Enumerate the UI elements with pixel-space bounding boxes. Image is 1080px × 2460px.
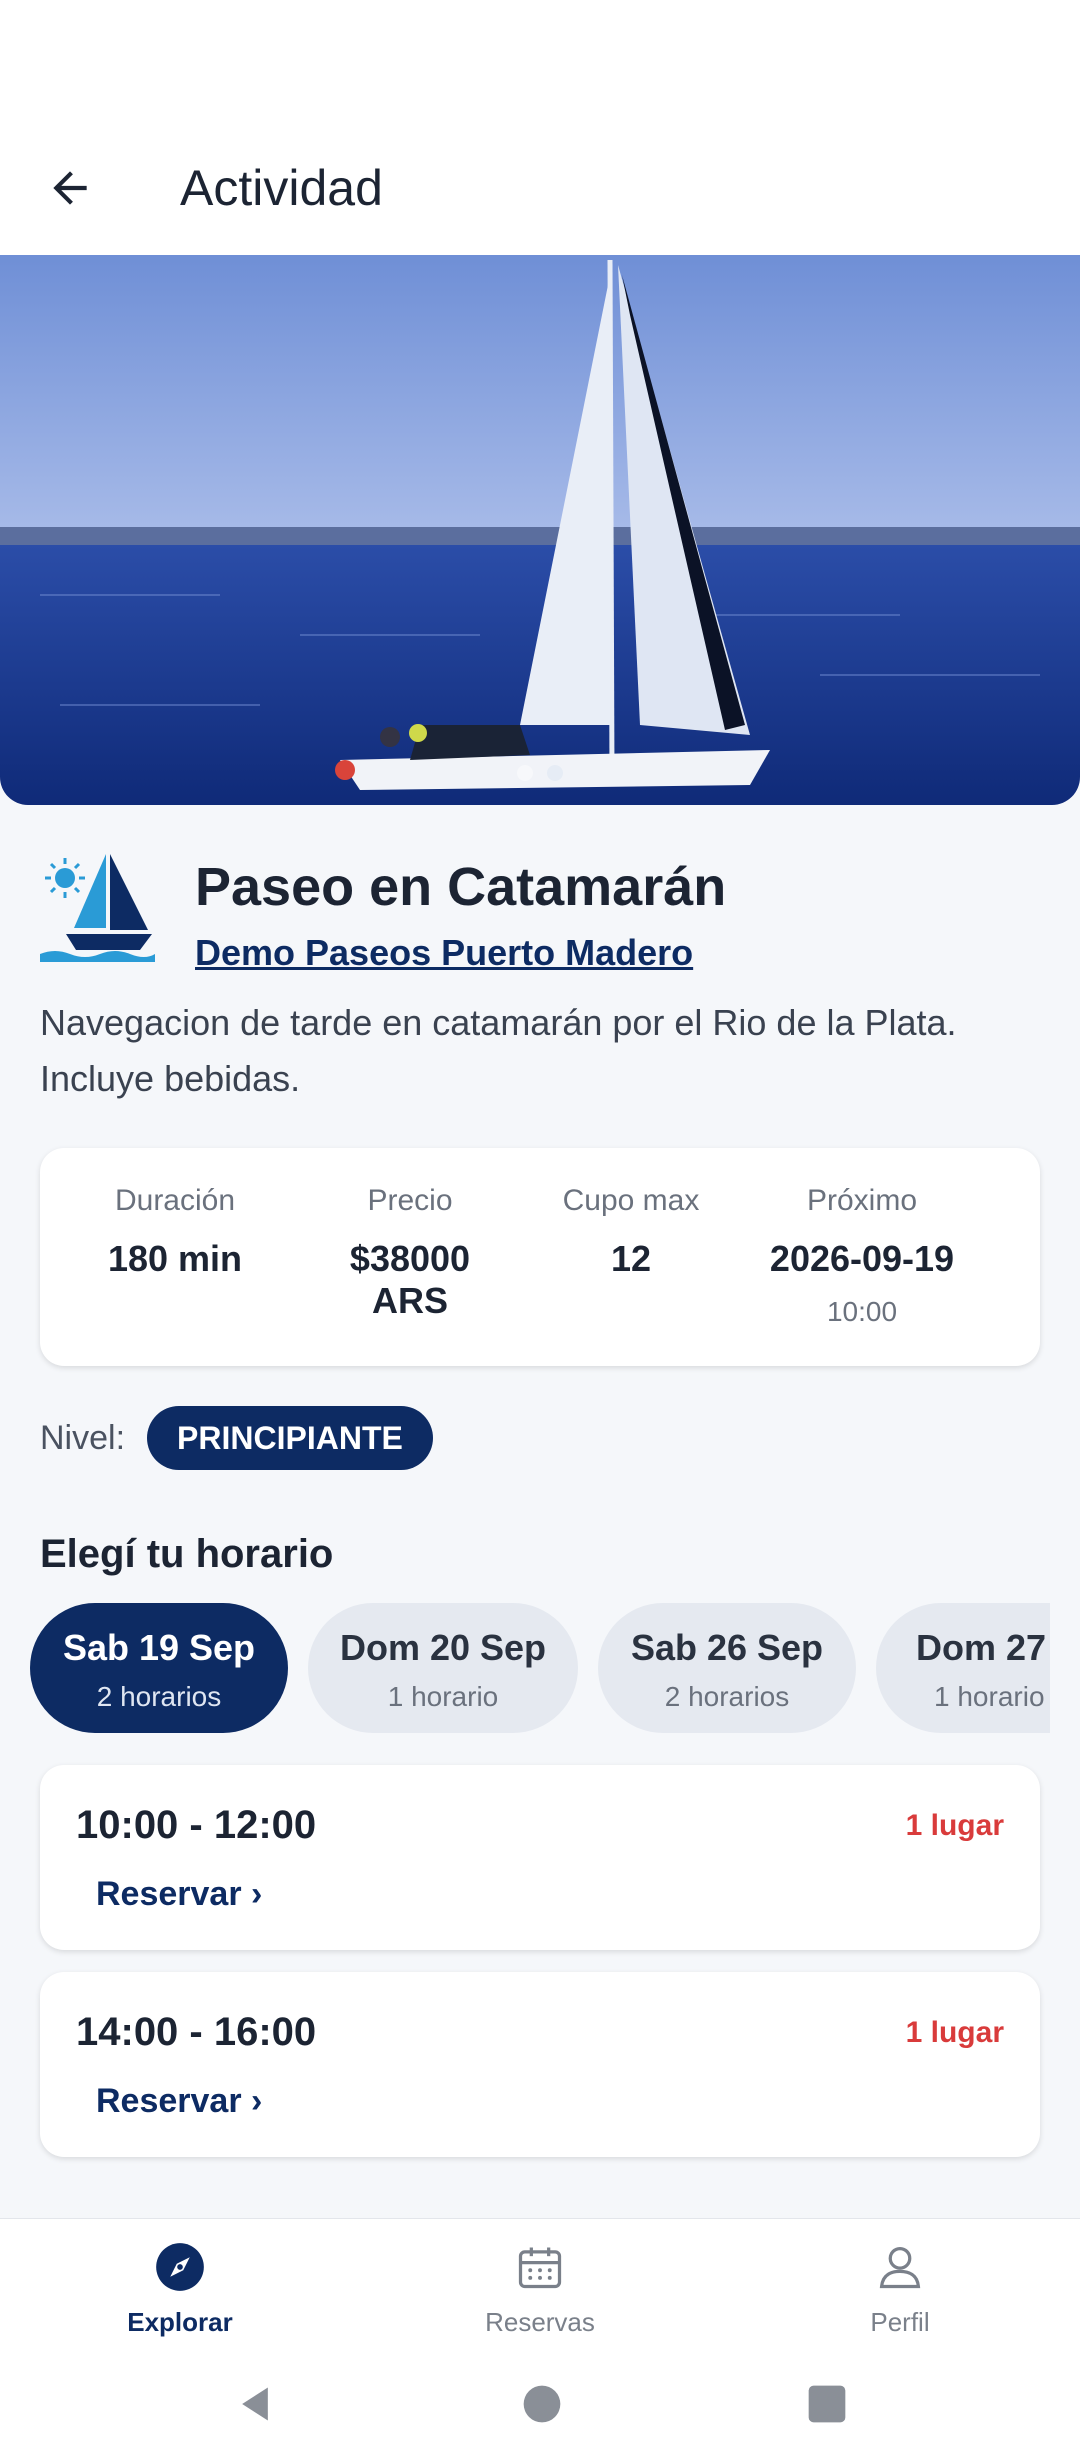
- stat-label: Próximo: [806, 1184, 918, 1217]
- arrow-left-icon: [53, 170, 87, 205]
- nav-label: Explorar: [127, 2307, 233, 2337]
- level-badge: PRINCIPIANTE: [147, 1406, 433, 1470]
- stat-duration: Duración 180 min: [40, 1184, 310, 1366]
- sailboat-logo-icon: [40, 854, 155, 962]
- date-chip-count: 2 horarios: [96, 1681, 222, 1712]
- organizer-link[interactable]: Demo Paseos Puerto Madero: [195, 932, 726, 974]
- date-chip[interactable]: Dom 27 Sep 1 horario: [876, 1603, 1050, 1733]
- nav-label: Reservas: [485, 2307, 595, 2337]
- date-chip-row[interactable]: Sab 19 Sep 2 horarios Dom 20 Sep 1 horar…: [30, 1603, 1050, 1733]
- date-chip[interactable]: Sab 26 Sep 2 horarios: [598, 1603, 856, 1733]
- page-title: Actividad: [180, 159, 383, 216]
- reserve-button[interactable]: Reservar ›: [96, 2082, 262, 2121]
- date-chip-count: 2 horarios: [664, 1681, 790, 1712]
- slot-time: 10:00 - 12:00: [76, 1803, 317, 1847]
- bottom-nav: Explorar Reservas Perfil: [0, 2218, 1080, 2348]
- app-bar: Actividad: [0, 120, 1080, 255]
- stat-sub: 10:00: [826, 1296, 898, 1327]
- carousel-dot-active: [547, 765, 563, 781]
- stat-value: 180 min: [107, 1238, 243, 1279]
- stat-label: Duración: [114, 1184, 236, 1217]
- back-triangle-icon[interactable]: [233, 2382, 277, 2426]
- stat-capacity: Cupo max 12: [510, 1184, 752, 1366]
- calendar-icon: [518, 2247, 562, 2289]
- slot-availability: 1 lugar: [905, 1809, 1004, 1842]
- carousel-dot: [517, 765, 533, 781]
- date-chip-count: 1 horario: [934, 1681, 1045, 1712]
- slot-availability: 1 lugar: [905, 2016, 1004, 2049]
- person-icon: [879, 2246, 921, 2289]
- nav-item-bookings[interactable]: Reservas: [360, 2219, 720, 2348]
- time-slot-card[interactable]: 14:00 - 16:00 1 lugar Reservar ›: [40, 1972, 1040, 2157]
- stat-price: Precio $38000 ARS: [310, 1184, 510, 1366]
- nav-label: Perfil: [870, 2307, 930, 2337]
- date-chip-count: 1 horario: [387, 1681, 499, 1712]
- back-button[interactable]: [20, 138, 120, 238]
- stat-value: 12: [610, 1238, 652, 1279]
- stat-value: $38000 ARS: [349, 1238, 471, 1321]
- stat-label: Precio: [367, 1184, 453, 1217]
- reserve-button[interactable]: Reservar ›: [96, 1875, 262, 1914]
- sailboat-photo: [0, 255, 1080, 805]
- nav-item-explore[interactable]: Explorar: [0, 2219, 360, 2348]
- date-chip-day: Dom 27 Sep: [916, 1627, 1050, 1668]
- activity-description: Navegacion de tarde en catamarán por el …: [40, 1002, 957, 1099]
- date-chip-day: Sab 26 Sep: [630, 1627, 824, 1668]
- stat-value: 2026-09-19: [769, 1238, 955, 1279]
- carousel-dots: [0, 765, 1080, 781]
- time-slot-card[interactable]: 10:00 - 12:00 1 lugar Reservar ›: [40, 1765, 1040, 1950]
- stats-card: Duración 180 min Precio $38000 ARS Cupo …: [40, 1148, 1040, 1366]
- level-label: Nivel:: [40, 1418, 126, 1457]
- hero-image-carousel[interactable]: [0, 255, 1080, 805]
- date-chip-day: Sab 19 Sep: [62, 1627, 256, 1668]
- status-bar: [0, 0, 1080, 120]
- system-nav-bar: [0, 2348, 1080, 2460]
- compass-icon: [156, 2243, 204, 2291]
- stat-next: Próximo 2026-09-19 10:00: [752, 1184, 972, 1366]
- slot-time: 14:00 - 16:00: [76, 2010, 317, 2054]
- level-row: Nivel: PRINCIPIANTE: [40, 1405, 433, 1471]
- activity-header: Paseo en Catamarán Demo Paseos Puerto Ma…: [40, 850, 1040, 980]
- activity-title: Paseo en Catamarán: [195, 857, 727, 917]
- stat-label: Cupo max: [562, 1184, 700, 1217]
- recents-square-icon[interactable]: [807, 2384, 847, 2424]
- home-circle-icon[interactable]: [522, 2384, 562, 2424]
- date-chip-selected[interactable]: Sab 19 Sep 2 horarios: [30, 1603, 288, 1733]
- date-chip-day: Dom 20 Sep: [339, 1627, 547, 1668]
- date-chip[interactable]: Dom 20 Sep 1 horario: [308, 1603, 578, 1733]
- nav-item-profile[interactable]: Perfil: [720, 2219, 1080, 2348]
- schedule-title: Elegí tu horario: [40, 1532, 334, 1576]
